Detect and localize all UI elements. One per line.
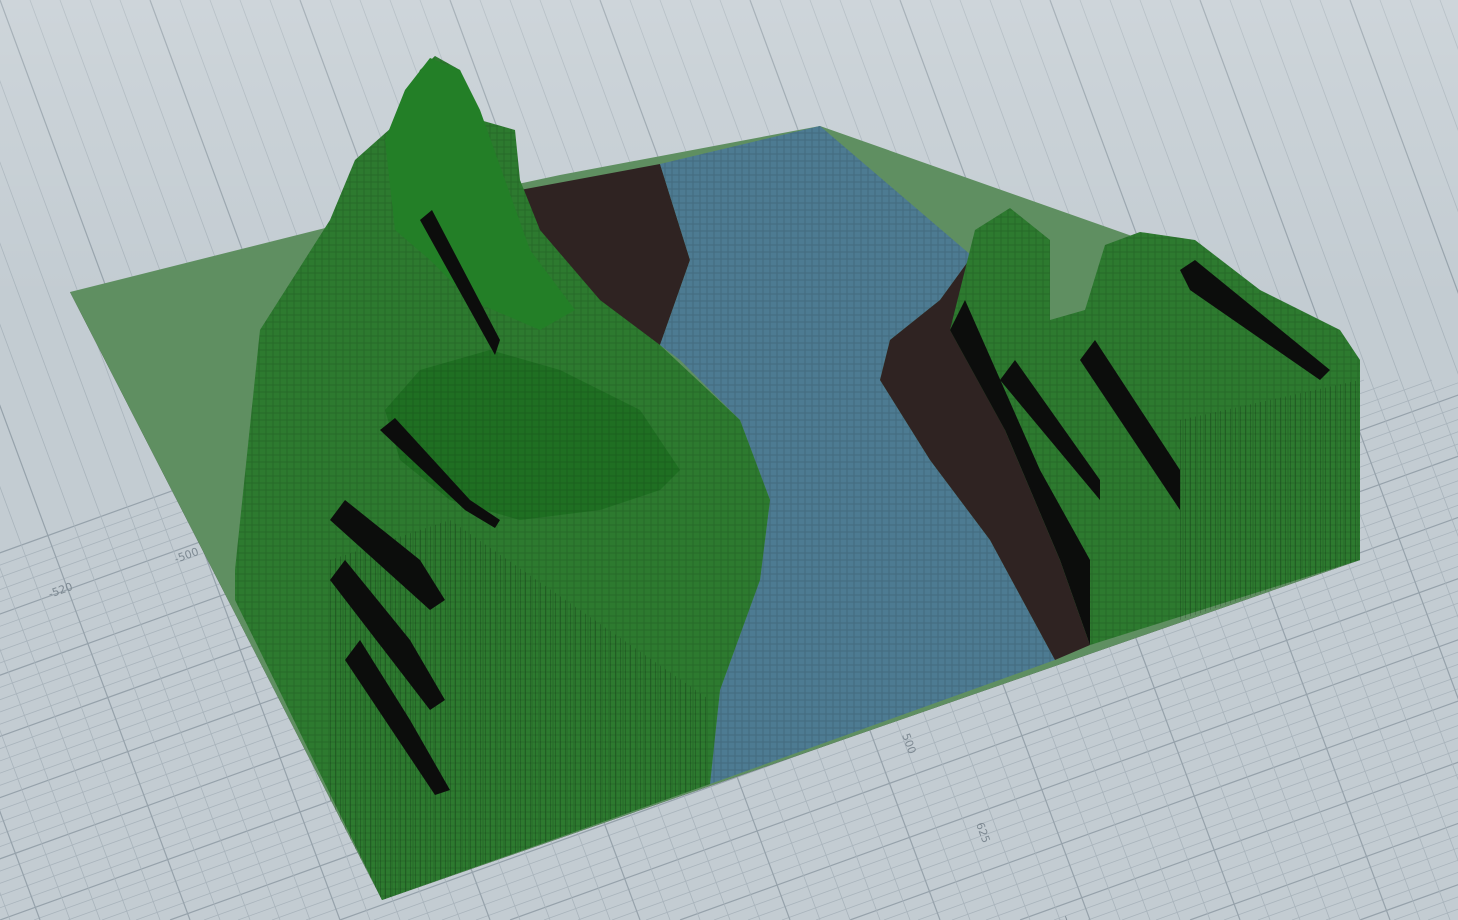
3d-viewport[interactable]: -520 -500 500 625 750 xyxy=(0,0,1458,920)
scene-canvas[interactable]: -520 -500 500 625 750 xyxy=(0,0,1458,920)
